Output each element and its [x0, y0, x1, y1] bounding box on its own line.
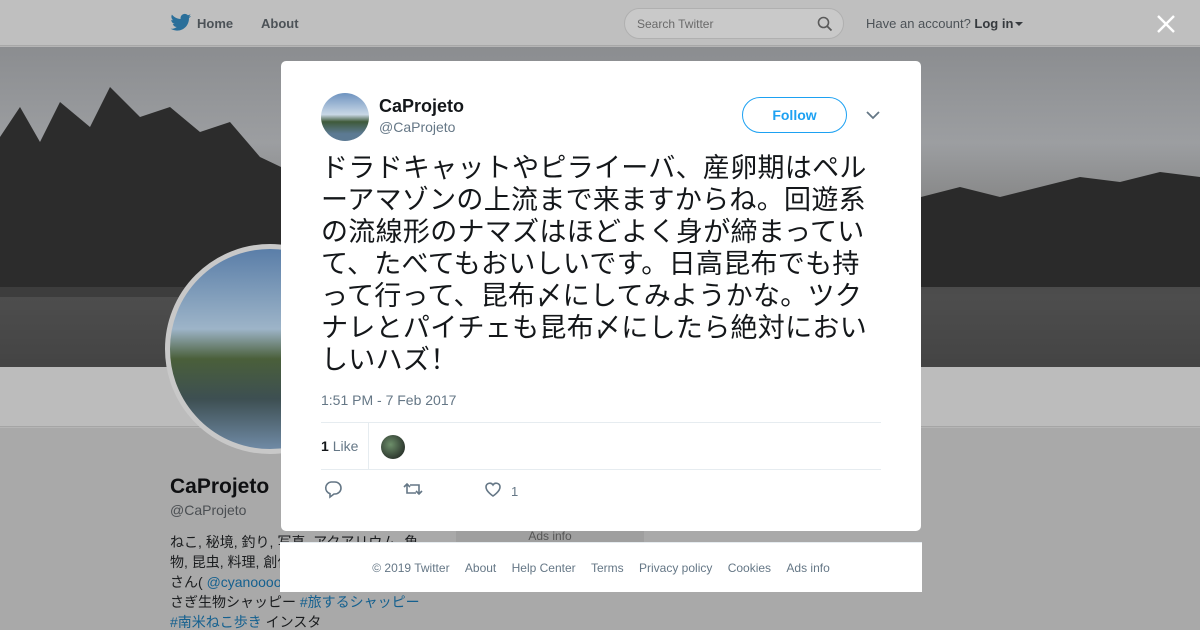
have-account-text: Have an account?: [866, 16, 971, 31]
footer-help-center-link[interactable]: Help Center: [512, 561, 576, 575]
footer-terms-link[interactable]: Terms: [591, 561, 624, 575]
footer-cookies-link[interactable]: Cookies: [728, 561, 771, 575]
bio-hashtag-link[interactable]: #南米ねこ歩き: [170, 614, 262, 630]
tweet-author-name[interactable]: CaProjeto: [379, 96, 464, 117]
top-nav: Home About Search Twitter Have an accoun…: [0, 0, 1200, 46]
tweet-timestamp[interactable]: 1:51 PM - 7 Feb 2017: [321, 392, 456, 408]
heart-icon: [485, 482, 501, 497]
reply-button[interactable]: [323, 479, 343, 503]
profile-handle[interactable]: @CaProjeto: [170, 502, 246, 518]
tweet-author-handle[interactable]: @CaProjeto: [379, 119, 455, 135]
login-link[interactable]: Log in: [974, 16, 1013, 31]
tweet-stats: 1 Like: [321, 422, 881, 470]
close-icon[interactable]: [1155, 13, 1177, 35]
tweet-text: ドラドキャットやピライーバ、産卵期はペルーアマゾンの上流まで来ますからね。回遊系…: [321, 153, 867, 376]
bio-mention-link[interactable]: @cyanoooo: [207, 574, 282, 590]
nav-home-link[interactable]: Home: [197, 16, 233, 31]
like-button[interactable]: [483, 479, 503, 503]
search-icon[interactable]: [817, 16, 833, 32]
modal-footer: © 2019 Twitter About Help Center Terms P…: [280, 542, 922, 592]
bio-hashtag-link[interactable]: #旅するシャッピー: [300, 594, 420, 610]
tweet-author-avatar[interactable]: [321, 93, 369, 141]
footer-copyright: © 2019 Twitter: [372, 561, 450, 575]
login-prompt: Have an account? Log in: [866, 16, 1024, 31]
retweet-button[interactable]: [402, 479, 424, 503]
divider: [368, 423, 369, 470]
follow-button[interactable]: Follow: [742, 97, 847, 133]
profile-name[interactable]: CaProjeto: [170, 475, 269, 499]
chevron-down-icon[interactable]: [865, 109, 881, 121]
sidebar-ads-info[interactable]: Ads info: [456, 529, 644, 543]
search-placeholder: Search Twitter: [637, 17, 714, 31]
tweet-modal: CaProjeto @CaProjeto Follow ドラドキャットやピライー…: [281, 61, 921, 531]
bio-line: さぎ生物シャッピー #旅するシャッピー: [170, 594, 420, 610]
liker-avatar[interactable]: [381, 435, 405, 459]
reply-icon: [324, 481, 342, 499]
bio-line: #南米ねこ歩き インスタ: [170, 614, 322, 630]
footer-about-link[interactable]: About: [465, 561, 496, 575]
footer-ads-info-link[interactable]: Ads info: [786, 561, 829, 575]
nav-about-link[interactable]: About: [261, 16, 299, 31]
footer-privacy-link[interactable]: Privacy policy: [639, 561, 712, 575]
likes-stat[interactable]: 1 Like: [321, 438, 358, 454]
retweet-icon: [403, 482, 423, 496]
search-input[interactable]: Search Twitter: [624, 8, 844, 39]
chevron-down-icon[interactable]: [1015, 22, 1024, 26]
twitter-bird-icon[interactable]: [170, 13, 192, 33]
tweet-actions: 1: [321, 479, 881, 503]
footer-links: © 2019 Twitter About Help Center Terms P…: [280, 561, 922, 575]
like-action-count: 1: [511, 484, 519, 499]
